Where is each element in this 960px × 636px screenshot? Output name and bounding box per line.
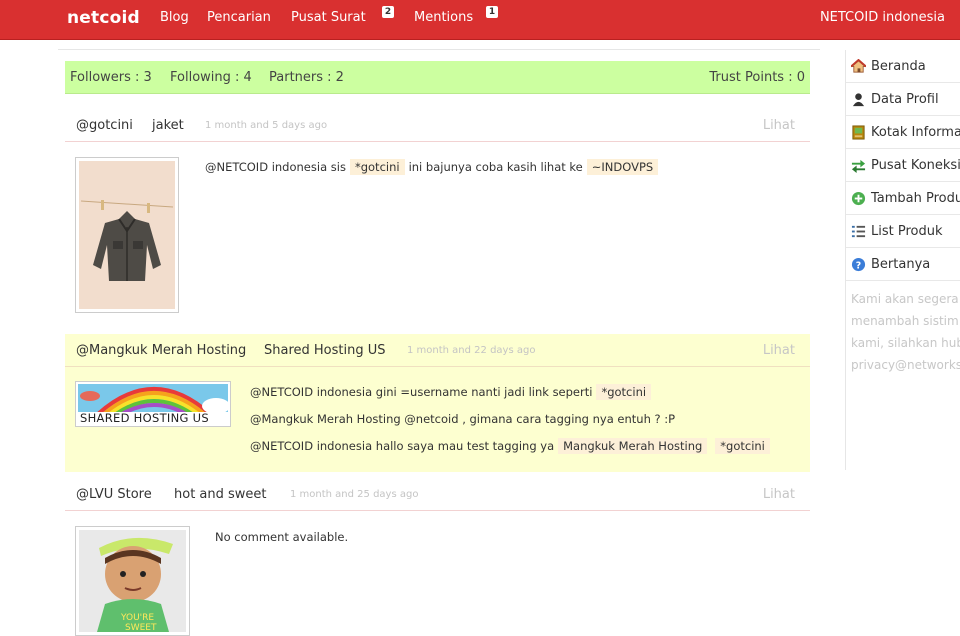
sidebar-note: Kami akan segera menambah sistim p kami,… [851,288,960,376]
jacket-image [79,161,175,309]
post-user[interactable]: @Mangkuk Merah Hosting [76,343,246,358]
sidebar-item-data-profil[interactable]: Data Profil [846,83,960,116]
post-product[interactable]: jaket [152,118,184,133]
comment: @NETCOID indonesia hallo saya mau test t… [250,438,774,454]
product-image-hosting[interactable]: SHARED HOSTING US [75,381,231,427]
post-header: @gotcini jaket 1 month and 5 days ago Li… [65,109,810,142]
svg-text:SWEET: SWEET [125,623,157,632]
lihat-link[interactable]: Lihat [763,343,795,358]
post-header: @Mangkuk Merah Hosting Shared Hosting US… [65,334,810,367]
trust-points: Trust Points : 0 [709,70,805,85]
post-time: 1 month and 22 days ago [407,345,536,356]
svg-text:YOU'RE: YOU'RE [120,613,154,623]
sidebar-item-label: List Produk [871,224,943,239]
lihat-link[interactable]: Lihat [763,487,795,502]
sidebar-item-label: Beranda [871,59,926,74]
svg-text:?: ? [856,260,861,271]
sidebar-item-label: Pusat Koneksi [871,158,960,173]
divider [58,49,820,50]
user-tag[interactable]: Mangkuk Merah Hosting [558,438,708,454]
sidebar-item-bertanya[interactable]: ? Bertanya [846,248,960,281]
sidebar-item-label: Kotak Informasi [871,125,960,140]
user-tag[interactable]: ~INDOVPS [586,159,659,175]
connection-icon [851,159,866,173]
sidebar-item-beranda[interactable]: Beranda [846,50,960,83]
list-icon [851,225,866,238]
pusat-surat-badge: 2 [382,6,394,18]
kid-photo-image: YOU'RE SWEET [79,530,186,632]
post-header: @LVU Store hot and sweet 1 month and 25 … [65,478,810,511]
comment: @NETCOID indonesia sis *gotcini ini bajuny… [205,159,662,175]
mentions-badge: 1 [486,6,498,18]
sidebar-item-pusat-koneksi[interactable]: Pusat Koneksi [846,149,960,182]
nav-pencarian[interactable]: Pencarian [207,10,271,25]
nav-pusat-surat[interactable]: Pusat Surat [291,10,366,25]
lihat-link[interactable]: Lihat [763,118,795,133]
note-line: kami, silahkan hubu [851,336,960,350]
stats-bar: Followers : 3 Following : 4 Partners : 2… [65,61,810,94]
post-product[interactable]: Shared Hosting US [264,343,386,358]
followers-link[interactable]: Followers : 3 [70,70,152,85]
comment-text: @NETCOID indonesia gini =username nanti … [250,385,593,399]
comment-text: @NETCOID indonesia sis [205,160,346,174]
brand-logo[interactable]: netcoid [67,8,140,28]
note-line: menambah sistim p [851,314,960,328]
post-user[interactable]: @LVU Store [76,487,152,502]
user-icon [852,93,865,107]
partners-link[interactable]: Partners : 2 [269,70,344,85]
following-link[interactable]: Following : 4 [170,70,252,85]
post-user[interactable]: @gotcini [76,118,133,133]
top-navbar: netcoid Blog Pencarian Pusat Surat 2 Men… [0,0,960,40]
home-icon [851,59,866,73]
sidebar-item-label: Data Profil [871,92,939,107]
sidebar-item-list-produk[interactable]: List Produk [846,215,960,248]
info-box-icon [852,125,865,140]
sidebar-item-kotak-informasi[interactable]: Kotak Informasi [846,116,960,149]
product-image-lvu[interactable]: YOU'RE SWEET [75,526,190,636]
comment-text: @NETCOID indonesia hallo saya mau test t… [250,439,555,453]
user-menu[interactable]: NETCOID indonesia [820,10,945,25]
comment-text: ini bajunya coba kasih lihat ke [408,160,583,174]
sidebar-item-label: Bertanya [871,257,931,272]
banner-text: SHARED HOSTING US [80,411,209,424]
comment-text: @Mangkuk Merah Hosting @netcoid , gimana… [250,412,676,426]
user-tag[interactable]: *gotcini [715,438,770,454]
comment: @Mangkuk Merah Hosting @netcoid , gimana… [250,412,675,426]
nav-blog[interactable]: Blog [160,10,189,25]
user-tag[interactable]: *gotcini [349,159,405,175]
product-image-jaket[interactable] [75,157,179,313]
comment: @NETCOID indonesia gini =username nanti … [250,384,655,400]
add-icon [851,191,866,206]
nav-mentions[interactable]: Mentions [414,10,473,25]
user-tag[interactable]: *gotcini [596,384,652,400]
post-product[interactable]: hot and sweet [174,487,267,502]
post-time: 1 month and 25 days ago [290,489,419,500]
note-line: privacy@networks.c [851,358,960,372]
sidebar-item-label: Tambah Produk [871,191,960,206]
help-icon: ? [851,257,866,271]
note-line: Kami akan segera [851,292,959,306]
sidebar-item-tambah-produk[interactable]: Tambah Produk [846,182,960,215]
no-comment-text: No comment available. [215,530,349,544]
sidebar: Beranda Data Profil Kotak Informasi Pusa… [845,50,960,470]
post-time: 1 month and 5 days ago [205,120,328,131]
